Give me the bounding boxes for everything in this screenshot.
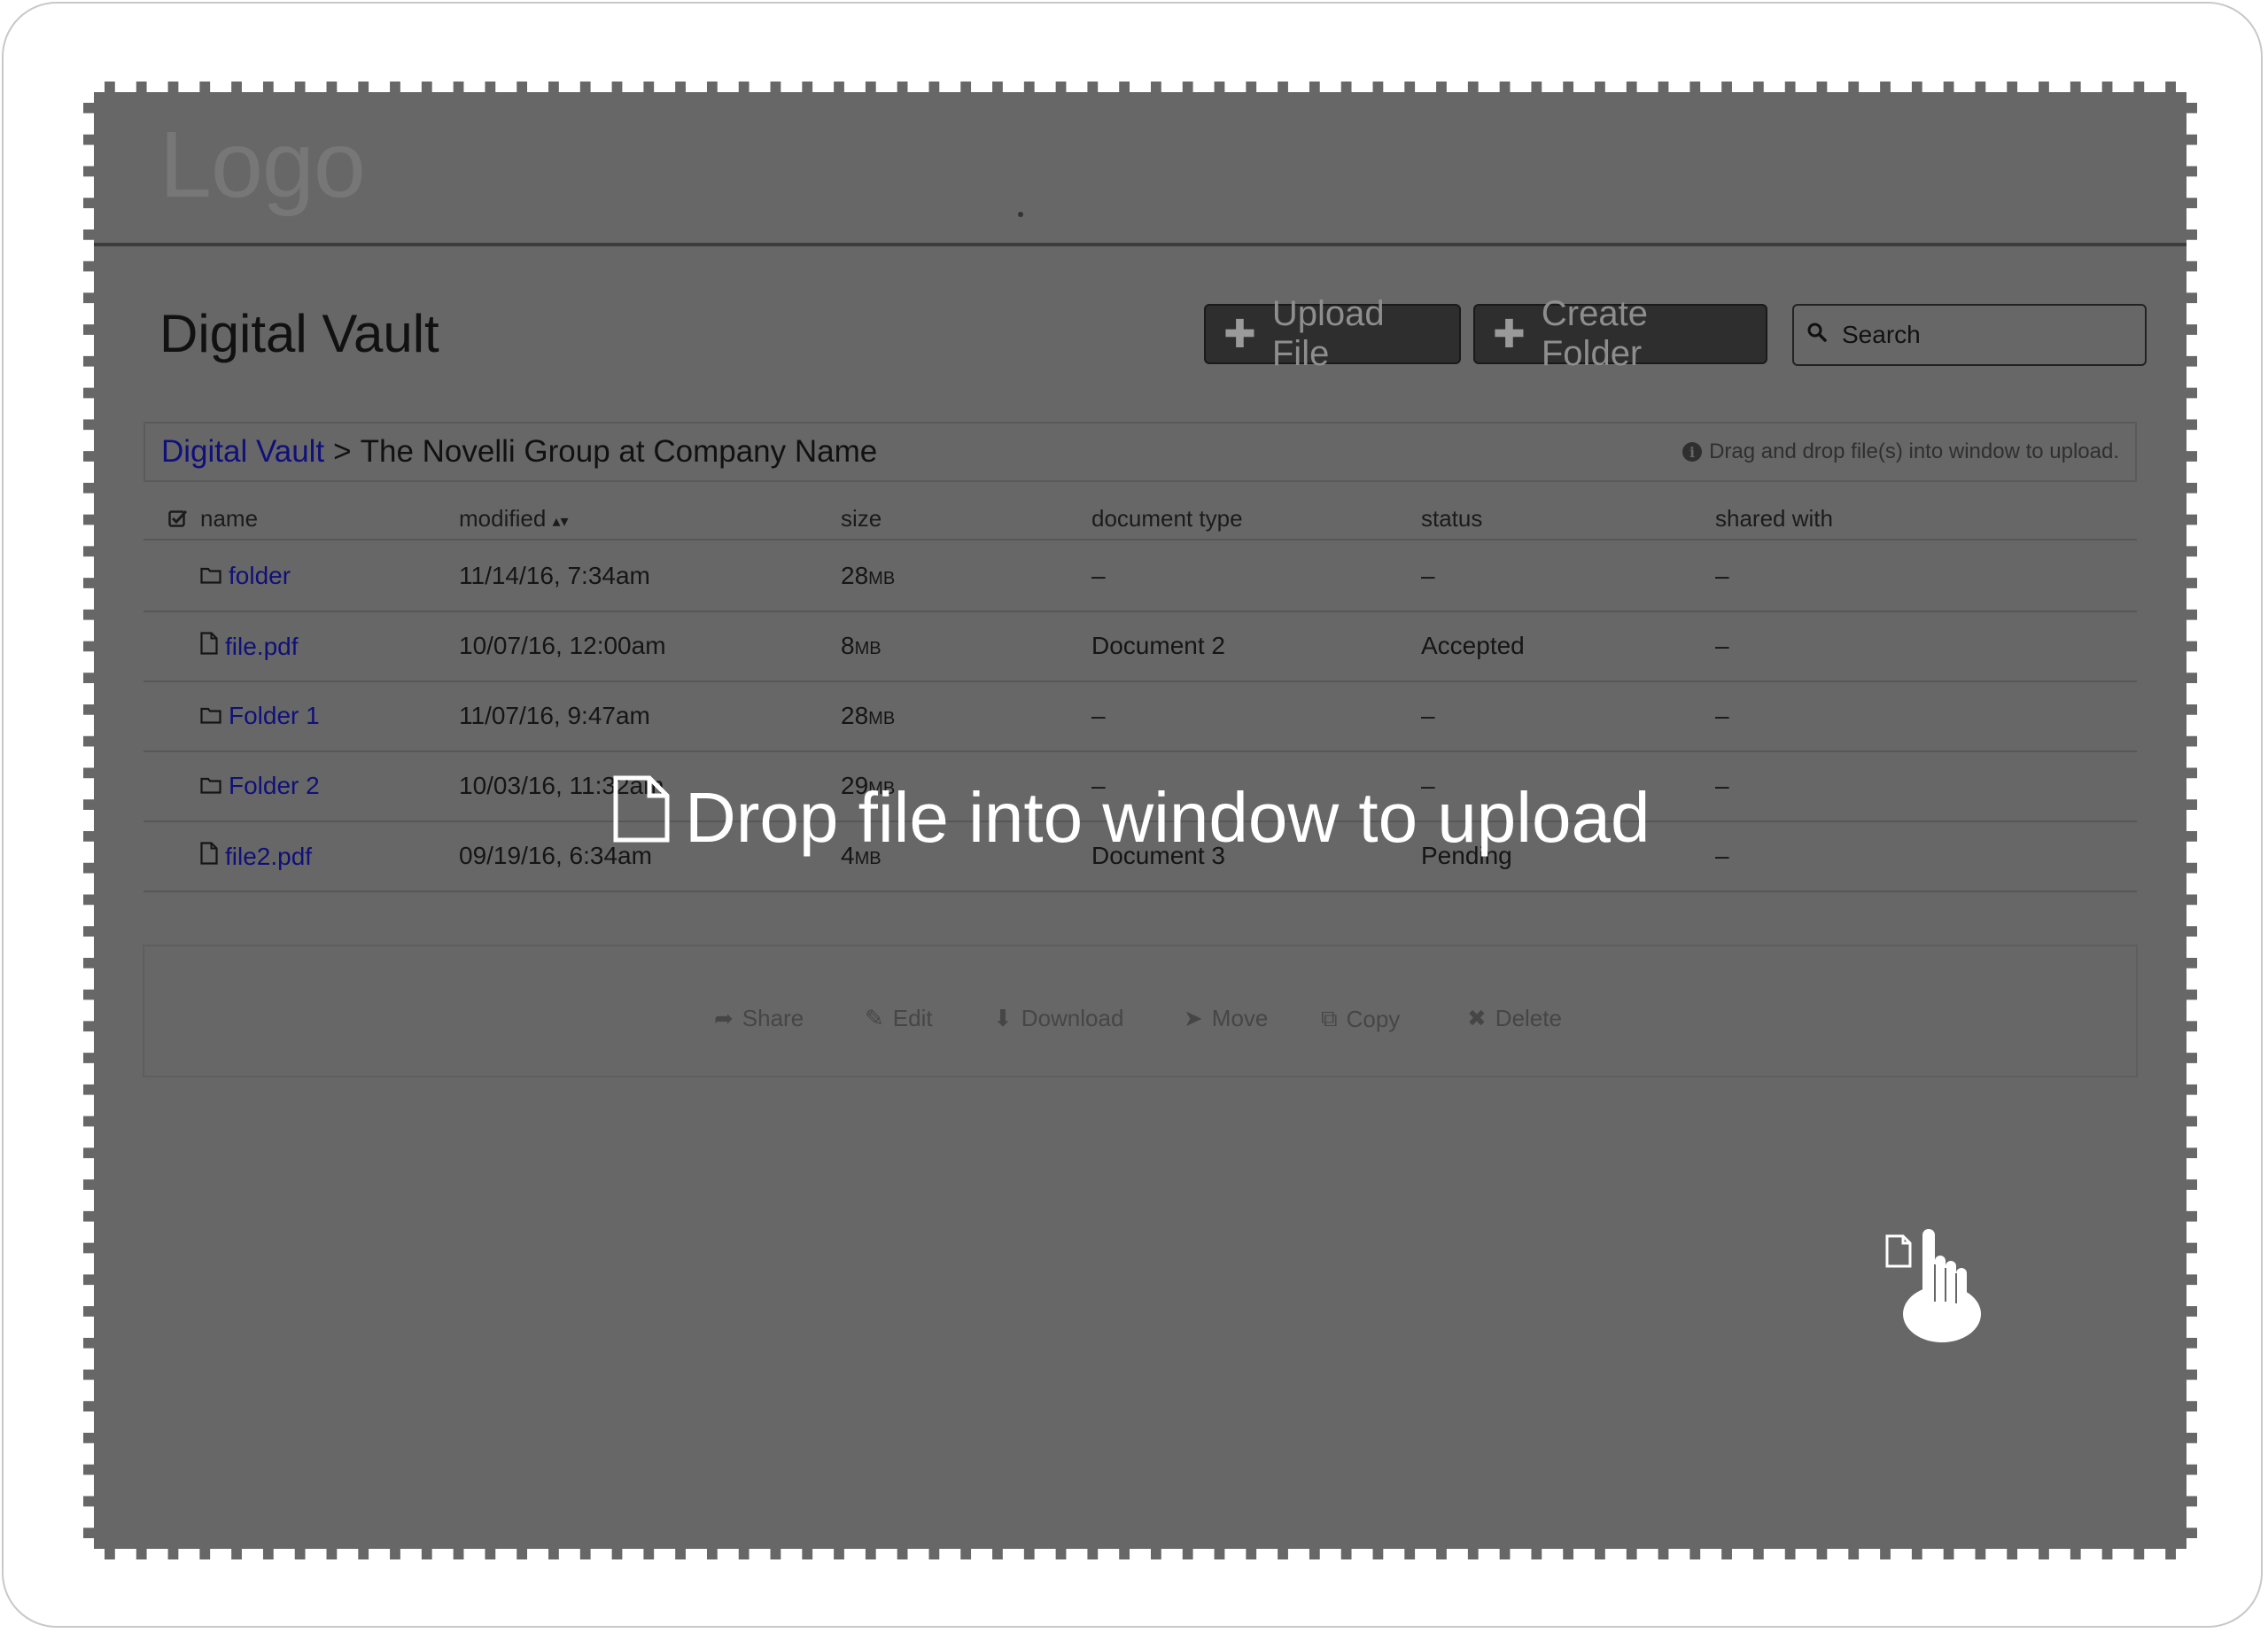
delete-icon: ✖ <box>1467 1005 1487 1031</box>
drop-zone[interactable]: Logo Digital Vault ✚ Upload File ✚ Creat… <box>83 82 2197 1559</box>
column-header-name[interactable]: name <box>200 505 258 533</box>
folder-icon <box>200 562 221 590</box>
cell-document-type: Document 2 <box>1091 632 1225 659</box>
cell-status: – <box>1421 562 1435 589</box>
sort-icon: ▴▾ <box>552 512 569 530</box>
drag-hand-cursor-icon <box>1884 1222 1981 1350</box>
device-frame: Logo Digital Vault ✚ Upload File ✚ Creat… <box>2 2 2263 1628</box>
page-title: Digital Vault <box>159 304 439 363</box>
cell-status: Accepted <box>1421 632 1525 659</box>
cell-name[interactable]: Folder 1 <box>200 702 320 730</box>
column-header-shared-with[interactable]: shared with <box>1715 505 1833 533</box>
search-input[interactable] <box>1840 320 2127 350</box>
cell-shared-with: – <box>1715 562 1729 589</box>
upload-hint: i Drag and drop file(s) into window to u… <box>1682 439 2119 464</box>
header-divider <box>94 243 2186 246</box>
size-value: 28 <box>841 562 869 589</box>
breadcrumb-current: The Novelli Group at Company Name <box>360 434 878 469</box>
item-name-link[interactable]: folder <box>229 562 291 590</box>
select-all-checkbox[interactable] <box>168 507 188 534</box>
create-folder-label: Create Folder <box>1541 294 1648 373</box>
upload-file-button[interactable]: ✚ Upload File <box>1204 294 1461 373</box>
cell-modified: 10/07/16, 12:00am <box>459 632 666 659</box>
folder-icon <box>200 702 221 730</box>
share-label: Share <box>742 1005 804 1031</box>
edit-button[interactable]: ✎ Edit <box>865 1005 933 1032</box>
cell-name[interactable]: file2.pdf <box>200 842 312 871</box>
download-icon: ⬇ <box>993 1005 1013 1031</box>
breadcrumb-root-link[interactable]: Digital Vault <box>161 434 324 470</box>
share-icon: ➦ <box>714 1005 734 1031</box>
row-divider <box>144 750 2137 752</box>
file-icon <box>200 632 218 661</box>
breadcrumb-separator: > <box>333 434 352 469</box>
row-divider <box>144 680 2137 682</box>
edit-label: Edit <box>892 1005 933 1031</box>
create-folder-button[interactable]: ✚ Create Folder <box>1473 294 1767 373</box>
upload-hint-text: Drag and drop file(s) into window to upl… <box>1709 439 2119 463</box>
item-name-link[interactable]: file2.pdf <box>225 843 312 871</box>
breadcrumb: Digital Vault > The Novelli Group at Com… <box>144 422 2137 482</box>
actions-bar <box>143 945 2138 1077</box>
copy-label: Copy <box>1346 1005 1401 1032</box>
column-header-modified[interactable]: modified ▴▾ <box>459 505 569 533</box>
cell-size: 28MB <box>841 702 895 730</box>
cell-modified: 11/14/16, 7:34am <box>459 562 650 589</box>
item-name-link[interactable]: file.pdf <box>225 633 299 661</box>
drop-overlay-message: Drop file into window to upload <box>612 774 1651 860</box>
column-header-document-type[interactable]: document type <box>1091 505 1243 533</box>
cell-status: – <box>1421 702 1435 729</box>
item-name-link[interactable]: Folder 1 <box>229 702 320 730</box>
cell-document-type: – <box>1091 562 1106 589</box>
cell-name[interactable]: folder <box>200 562 291 590</box>
column-header-status[interactable]: status <box>1421 505 1482 533</box>
edit-icon: ✎ <box>865 1005 884 1031</box>
header-rule <box>144 539 2137 540</box>
file-icon <box>612 774 671 860</box>
cell-document-type: – <box>1091 702 1106 729</box>
copy-button[interactable]: ⧉ Copy <box>1321 1005 1400 1033</box>
column-header-size[interactable]: size <box>841 505 882 533</box>
delete-button[interactable]: ✖ Delete <box>1467 1005 1562 1032</box>
cell-size: 8MB <box>841 632 882 660</box>
row-divider <box>144 890 2137 892</box>
search-icon <box>1806 321 1828 349</box>
move-icon: ➤ <box>1184 1005 1203 1031</box>
delete-label: Delete <box>1495 1005 1562 1031</box>
move-button[interactable]: ➤ Move <box>1184 1005 1268 1032</box>
row-divider <box>144 610 2137 612</box>
plus-icon: ✚ <box>1493 312 1526 356</box>
cell-shared-with: – <box>1715 702 1729 729</box>
size-value: 8 <box>841 632 855 659</box>
column-header-modified-label: modified <box>459 505 547 532</box>
download-label: Download <box>1021 1005 1124 1031</box>
item-name-link[interactable]: Folder 2 <box>229 772 320 800</box>
logo: Logo <box>159 113 366 217</box>
cell-name[interactable]: file.pdf <box>200 632 299 661</box>
cell-name[interactable]: Folder 2 <box>200 772 320 800</box>
copy-icon: ⧉ <box>1321 1005 1338 1031</box>
cell-shared-with: – <box>1715 772 1729 799</box>
cell-size: 28MB <box>841 562 895 590</box>
folder-icon <box>200 772 221 800</box>
info-icon: i <box>1682 442 1703 462</box>
share-button[interactable]: ➦ Share <box>714 1005 804 1032</box>
download-button[interactable]: ⬇ Download <box>993 1005 1123 1032</box>
file-icon <box>200 842 218 871</box>
upload-file-label: Upload File <box>1271 294 1385 373</box>
size-unit: MB <box>854 639 882 658</box>
cell-modified: 11/07/16, 9:47am <box>459 702 650 729</box>
cell-shared-with: – <box>1715 842 1729 869</box>
size-unit: MB <box>868 709 896 728</box>
search-box[interactable] <box>1792 304 2147 366</box>
size-unit: MB <box>868 569 896 588</box>
drop-message-text: Drop file into window to upload <box>685 777 1651 857</box>
move-label: Move <box>1211 1005 1269 1031</box>
size-value: 28 <box>841 702 869 729</box>
plus-icon: ✚ <box>1223 312 1256 356</box>
cell-shared-with: – <box>1715 632 1729 659</box>
header-dot <box>1018 212 1023 217</box>
